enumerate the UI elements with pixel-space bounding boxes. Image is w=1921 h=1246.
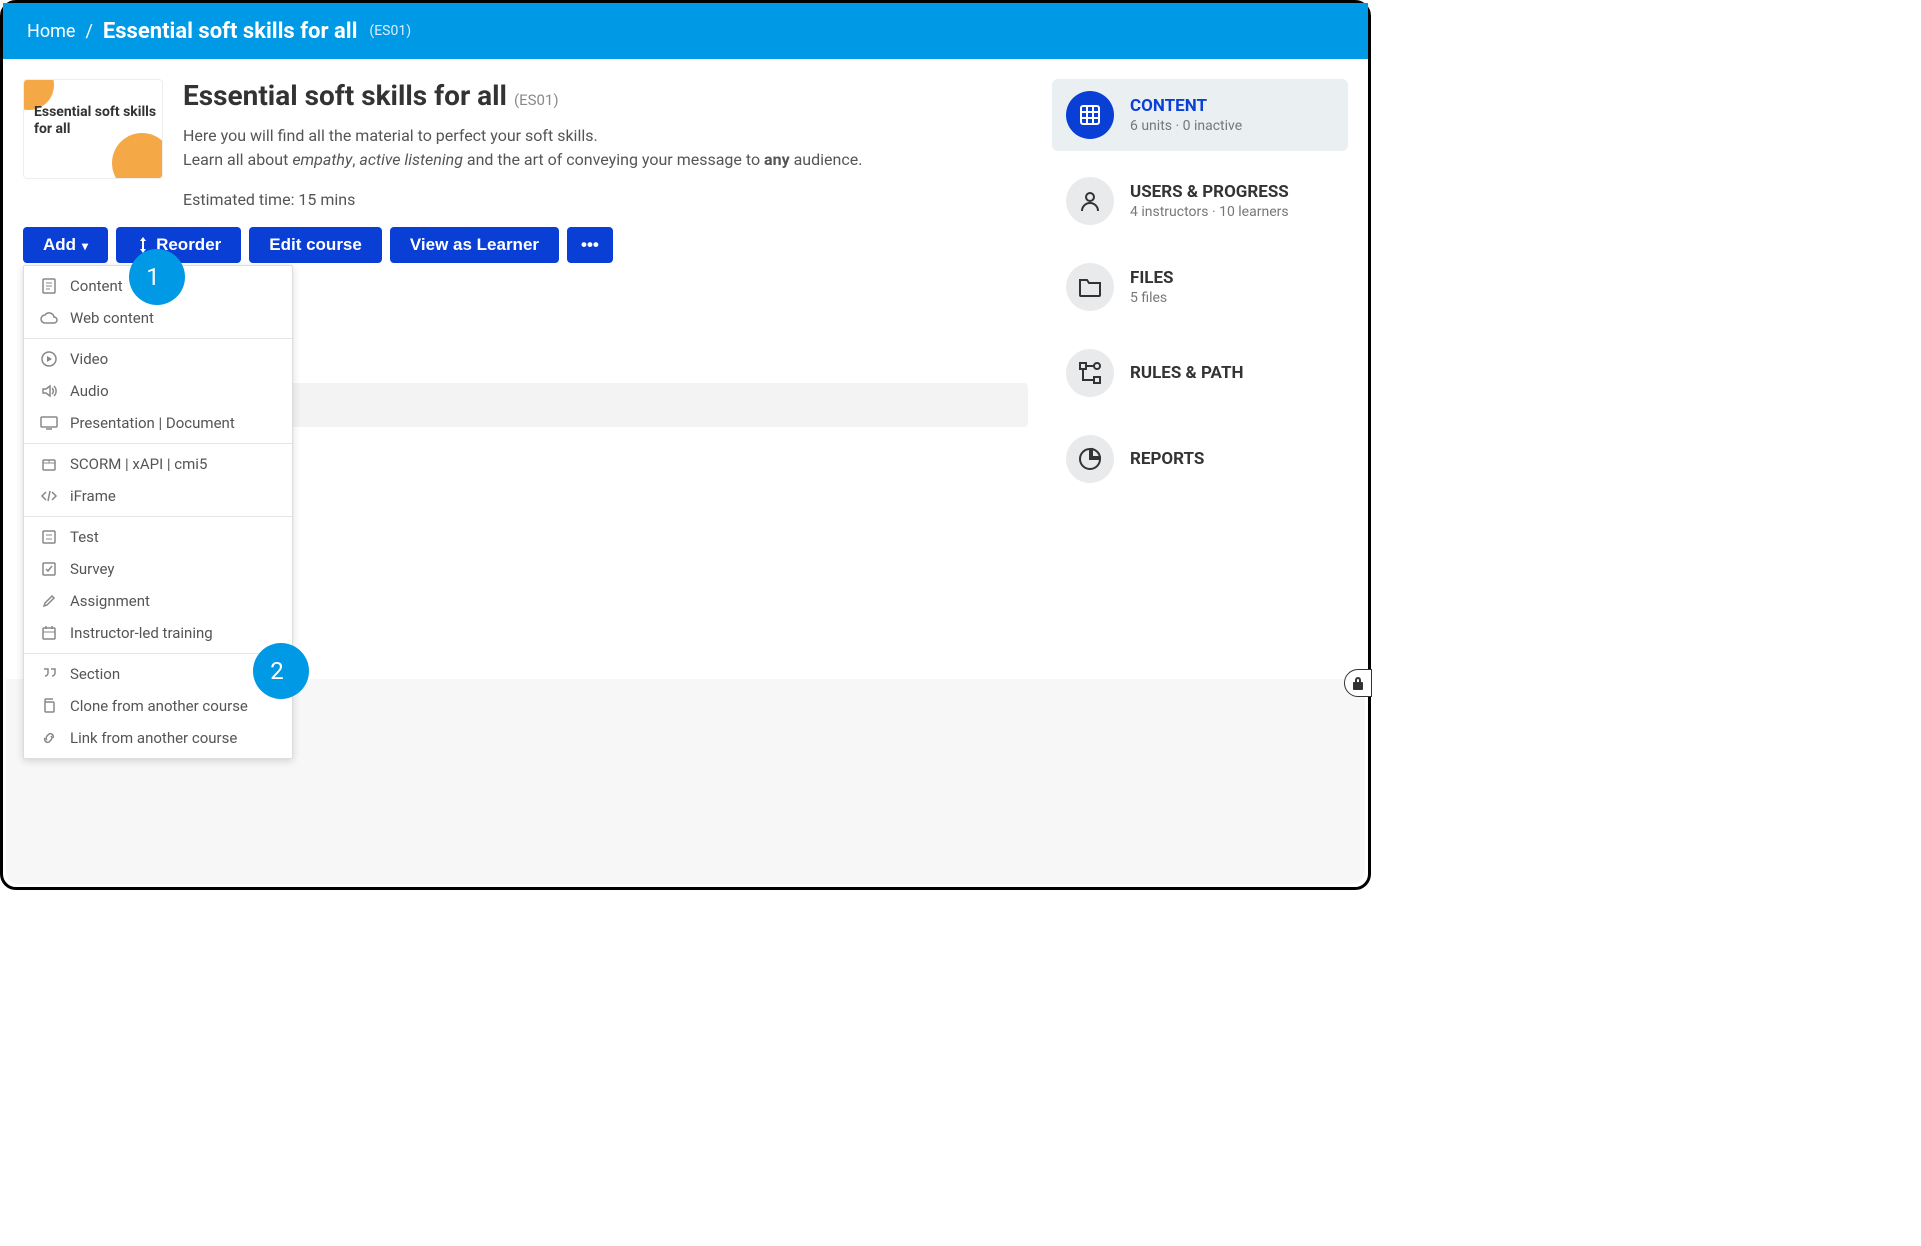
pen-icon (40, 592, 58, 610)
top-breadcrumb-bar: Home / Essential soft skills for all (ES… (3, 3, 1368, 59)
edit-course-button[interactable]: Edit course (249, 227, 382, 263)
add-menu-item-label: Survey (70, 560, 115, 578)
sidebar-item-rules[interactable]: RULES & PATH (1052, 337, 1348, 409)
breadcrumb-course-code: (ES01) (369, 23, 411, 39)
view-as-learner-button[interactable]: View as Learner (390, 227, 559, 263)
box-icon (40, 455, 58, 473)
add-menu-item[interactable]: Web content (24, 302, 292, 334)
list-icon (40, 528, 58, 546)
sidebar-item-title: FILES (1130, 268, 1174, 288)
add-menu-item[interactable]: Video (24, 343, 292, 375)
add-menu-item[interactable]: iFrame (24, 480, 292, 512)
dropdown-divider (24, 338, 292, 339)
quote-icon (40, 665, 58, 683)
lock-badge[interactable] (1344, 669, 1372, 697)
add-menu-item-label: Web content (70, 309, 154, 327)
link-icon (40, 729, 58, 747)
breadcrumb-separator: / (85, 21, 92, 42)
add-menu-item[interactable]: Link from another course (24, 722, 292, 754)
dropdown-divider (24, 516, 292, 517)
sidebar-item-title: CONTENT (1130, 96, 1242, 116)
add-menu-item-label: Assignment (70, 592, 150, 610)
add-menu-item[interactable]: Presentation | Document (24, 407, 292, 439)
sidebar-item-users[interactable]: USERS & PROGRESS 4 instructors · 10 learn… (1052, 165, 1348, 237)
course-thumbnail[interactable]: Essential soft skills for all (23, 79, 163, 179)
folder-icon (1066, 263, 1114, 311)
check-icon (40, 560, 58, 578)
cal-icon (40, 624, 58, 642)
sound-icon (40, 382, 58, 400)
breadcrumb-course-title: Essential soft skills for all (103, 19, 358, 44)
annotation-callout-1: 1 (121, 249, 177, 305)
course-header: Essential soft skills for all Essential … (23, 79, 1028, 209)
play-icon (40, 350, 58, 368)
add-menu-item-label: Presentation | Document (70, 414, 235, 432)
sidebar-item-subtitle: 5 files (1130, 290, 1174, 306)
add-menu-item-label: Video (70, 350, 108, 368)
sidebar-item-content[interactable]: CONTENT 6 units · 0 inactive (1052, 79, 1348, 151)
add-menu-item-label: Audio (70, 382, 109, 400)
right-sidebar: CONTENT 6 units · 0 inactive USERS & PROGR… (1052, 79, 1348, 867)
add-menu-item[interactable]: Audio (24, 375, 292, 407)
add-menu-item-label: Content (70, 277, 123, 295)
add-menu-item-label: SCORM | xAPI | cmi5 (70, 455, 207, 473)
cloud-icon (40, 309, 58, 327)
course-title: Essential soft skills for all (ES01) (183, 79, 862, 112)
code-icon (40, 487, 58, 505)
caret-down-icon (82, 235, 88, 255)
add-menu-item-label: Link from another course (70, 729, 237, 747)
screen-icon (40, 414, 58, 432)
course-thumbnail-text: Essential soft skills for all (34, 104, 162, 138)
course-code: (ES01) (514, 91, 559, 109)
doc-icon (40, 277, 58, 295)
course-description: Here you will find all the material to p… (183, 124, 862, 172)
add-menu-item[interactable]: Assignment (24, 585, 292, 617)
sidebar-item-files[interactable]: FILES 5 files (1052, 251, 1348, 323)
add-menu-item[interactable]: SCORM | xAPI | cmi5 (24, 448, 292, 480)
more-actions-button[interactable]: ••• (567, 227, 613, 263)
course-estimated-time: Estimated time: 15 mins (183, 190, 862, 209)
grid-icon (1066, 91, 1114, 139)
breadcrumb-home-link[interactable]: Home (27, 21, 75, 42)
lock-icon (1352, 676, 1364, 690)
ellipsis-icon: ••• (581, 235, 599, 255)
add-menu-item-label: Clone from another course (70, 697, 248, 715)
sidebar-item-title: RULES & PATH (1130, 363, 1243, 383)
add-button[interactable]: Add (23, 227, 108, 263)
add-menu-item[interactable]: Test (24, 521, 292, 553)
pie-icon (1066, 435, 1114, 483)
path-icon (1066, 349, 1114, 397)
add-menu-item-label: Instructor-led training (70, 624, 213, 642)
sidebar-item-title: REPORTS (1130, 449, 1204, 469)
sidebar-item-subtitle: 6 units · 0 inactive (1130, 118, 1242, 134)
dropdown-divider (24, 443, 292, 444)
add-menu-item[interactable]: Survey (24, 553, 292, 585)
main-column: Essential soft skills for all Essential … (23, 79, 1028, 867)
add-menu-item-label: Section (70, 665, 120, 683)
annotation-callout-2: 2 (245, 643, 301, 699)
sidebar-item-reports[interactable]: REPORTS (1052, 423, 1348, 495)
add-menu-item-label: Test (70, 528, 99, 546)
user-icon (1066, 177, 1114, 225)
add-menu-item-label: iFrame (70, 487, 116, 505)
sidebar-item-title: USERS & PROGRESS (1130, 182, 1289, 202)
copy-icon (40, 697, 58, 715)
sidebar-item-subtitle: 4 instructors · 10 learners (1130, 204, 1289, 220)
